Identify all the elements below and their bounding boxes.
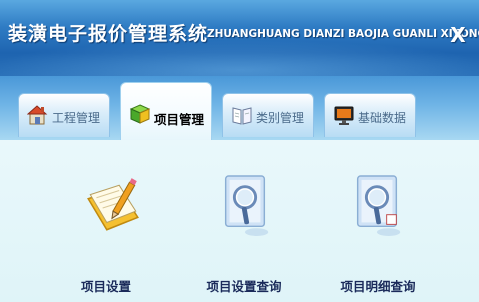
house-icon	[27, 105, 48, 125]
tab-label: 基础数据	[358, 111, 407, 125]
monitor-icon	[334, 106, 354, 125]
item-detail-query-button[interactable]: 项目明细查询	[318, 140, 438, 302]
tab-label: 工程管理	[52, 111, 101, 125]
tab-label: 项目管理	[154, 112, 205, 127]
tab-bar: 工程管理 项目管理 类别管理 基础数据	[0, 76, 479, 142]
item-settings-button[interactable]: 项目设置	[46, 140, 166, 302]
app-subtitle: ZHUANGHUANG DIANZI BAOJIA GUANLI XITONG	[207, 28, 479, 40]
app-title: 装潢电子报价管理系统	[8, 23, 209, 45]
title-bar: 装潢电子报价管理系统 ZHUANGHUANG DIANZI BAOJIA GUA…	[0, 0, 479, 76]
item-label: 项目设置	[80, 279, 131, 294]
tab-category-management[interactable]: 类别管理	[222, 93, 314, 137]
tab-base-data[interactable]: 基础数据	[324, 93, 416, 137]
close-button[interactable]: X	[449, 22, 467, 48]
tab-label: 类别管理	[256, 111, 305, 125]
item-label: 项目明细查询	[340, 279, 416, 294]
tab-item-management[interactable]: 项目管理	[120, 82, 212, 142]
pencil-notebook-icon	[87, 178, 139, 231]
book-icon	[232, 107, 252, 125]
magnifier-document-icon	[224, 175, 269, 236]
content-panel: 项目设置 项目设置查询 项目明细查询	[0, 140, 479, 302]
item-label: 项目设置查询	[206, 279, 282, 294]
cube-icon	[129, 104, 151, 124]
magnifier-document-icon	[356, 175, 401, 236]
item-settings-query-button[interactable]: 项目设置查询	[184, 140, 304, 302]
tab-project-management[interactable]: 工程管理	[18, 93, 110, 137]
